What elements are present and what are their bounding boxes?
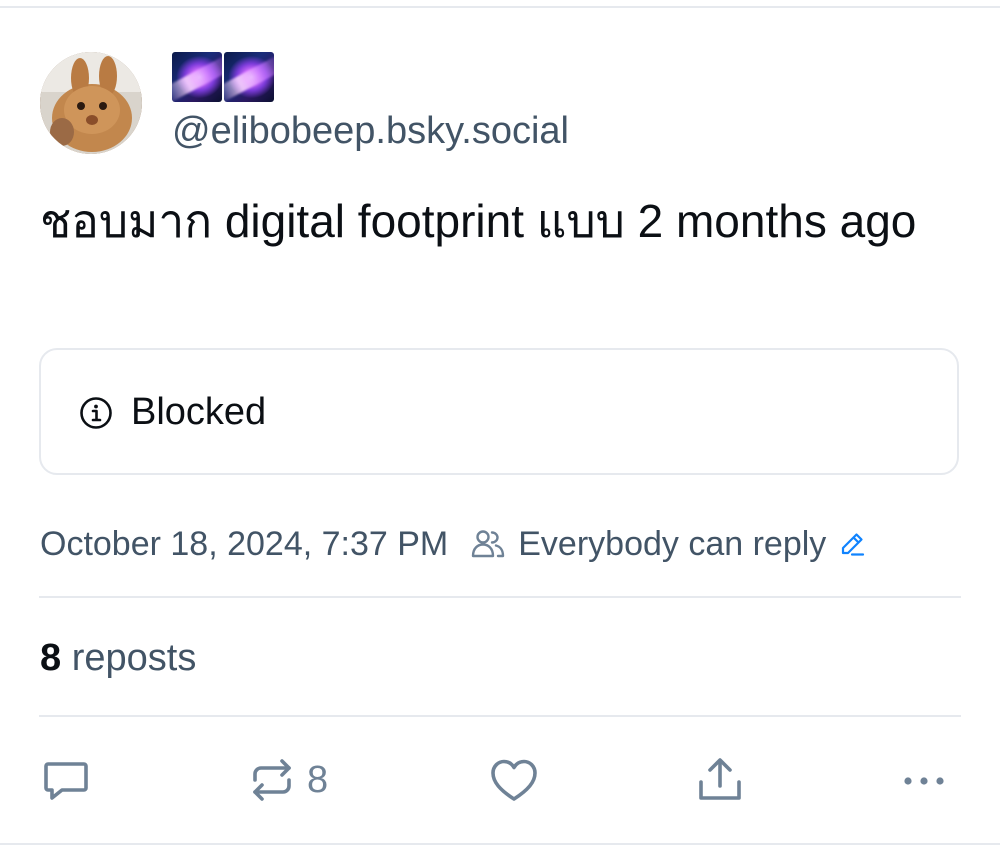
- author-avatar[interactable]: [40, 52, 142, 154]
- bunny-avatar-image: [40, 52, 142, 154]
- galaxy-emoji-icon: [172, 52, 222, 102]
- repost-icon: [253, 759, 291, 801]
- share-icon: [699, 758, 741, 800]
- post-meta: October 18, 2024, 7:37 PM Everybody can …: [40, 520, 866, 568]
- like-button[interactable]: [488, 750, 540, 810]
- author-handle[interactable]: @elibobeep.bsky.social: [172, 108, 569, 154]
- author-display-name[interactable]: [172, 52, 274, 104]
- more-options-button[interactable]: [900, 750, 950, 810]
- info-icon: [80, 397, 112, 429]
- people-icon: [472, 530, 505, 558]
- reposts-label: reposts: [71, 637, 197, 679]
- reposts-stat[interactable]: 8 reposts: [40, 634, 196, 682]
- bottom-divider: [0, 843, 1000, 845]
- reply-setting-label[interactable]: Everybody can reply: [518, 525, 826, 564]
- post-timestamp[interactable]: October 18, 2024, 7:37 PM: [40, 525, 448, 564]
- comment-icon: [44, 762, 88, 800]
- repost-count: 8: [307, 758, 329, 801]
- reposts-count: 8: [40, 637, 62, 679]
- reply-button[interactable]: [40, 750, 92, 810]
- heart-icon: [491, 759, 537, 801]
- stats-divider-bottom: [39, 715, 961, 717]
- pencil-icon[interactable]: [838, 530, 866, 558]
- blocked-embed: Blocked: [39, 348, 959, 475]
- stats-divider-top: [39, 596, 961, 598]
- post-actions: 8: [0, 750, 1000, 810]
- share-button[interactable]: [695, 750, 745, 810]
- more-icon: [904, 777, 944, 785]
- post-text: ชอบมาก digital footprint แบบ 2 months ag…: [40, 195, 917, 247]
- repost-button[interactable]: 8: [247, 750, 328, 810]
- top-divider: [0, 6, 1000, 8]
- blocked-label: Blocked: [131, 391, 267, 433]
- galaxy-emoji-icon: [224, 52, 274, 102]
